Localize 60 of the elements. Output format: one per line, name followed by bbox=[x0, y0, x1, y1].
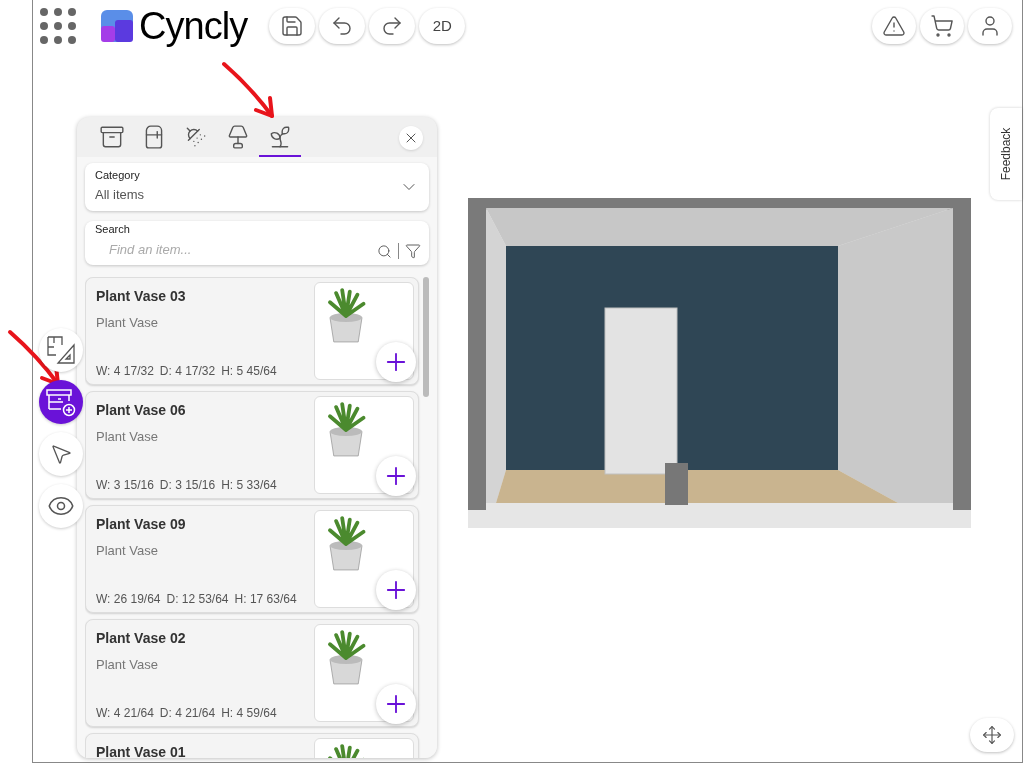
dimension-text: H: 4 59/64 bbox=[221, 705, 277, 722]
dimension-text: H: 5 45/64 bbox=[221, 363, 277, 380]
product-type: Plant Vase bbox=[96, 428, 159, 446]
cart-button[interactable] bbox=[920, 8, 964, 44]
product-card[interactable]: Plant Vase 06 Plant Vase W: 3 15/16 D: 3 15/16 H: 5 33/64 bbox=[85, 391, 419, 499]
dimension-text: W: 3 15/16 bbox=[96, 477, 154, 494]
pointer-tool-button[interactable] bbox=[39, 432, 83, 476]
pointer-icon bbox=[49, 442, 73, 466]
feedback-tab[interactable]: Feedback bbox=[990, 108, 1022, 200]
user-button[interactable] bbox=[968, 8, 1012, 44]
warning-button[interactable] bbox=[872, 8, 916, 44]
product-card[interactable]: Plant Vase 01 bbox=[85, 733, 419, 758]
dimension-text: D: 4 17/32 bbox=[159, 363, 216, 380]
eye-tool-button[interactable] bbox=[39, 484, 83, 528]
navigation-icon bbox=[982, 725, 1002, 745]
product-name: Plant Vase 06 bbox=[96, 401, 187, 420]
category-value: All items bbox=[95, 185, 145, 204]
product-name: Plant Vase 01 bbox=[96, 743, 187, 758]
dimension-text: D: 3 15/16 bbox=[159, 477, 216, 494]
category-dropdown[interactable]: Category All items bbox=[85, 163, 429, 211]
filter-icon bbox=[405, 243, 421, 259]
dimension-text: W: 4 17/32 bbox=[96, 363, 154, 380]
floorplan-ruler-icon bbox=[46, 335, 76, 365]
product-type: Plant Vase bbox=[96, 542, 159, 560]
dimension-text: H: 17 63/64 bbox=[234, 591, 297, 608]
product-card[interactable]: Plant Vase 03 Plant Vase W: 4 17/32 D: 4 17/32 H: 5 45/64 bbox=[85, 277, 419, 385]
save-icon bbox=[280, 14, 305, 38]
product-type: Plant Vase bbox=[96, 314, 159, 332]
warning-icon bbox=[882, 14, 906, 38]
product-name: Plant Vase 09 bbox=[96, 515, 187, 534]
search-field[interactable]: Search Find an item... bbox=[85, 221, 429, 265]
add-furniture-tool-button[interactable] bbox=[39, 380, 83, 424]
save-button[interactable] bbox=[269, 8, 316, 44]
furniture-add-icon bbox=[45, 387, 77, 417]
product-card[interactable]: Plant Vase 02 Plant Vase W: 4 21/64 D: 4 21/64 H: 4 59/64 bbox=[85, 619, 419, 727]
scrollbar[interactable] bbox=[423, 277, 429, 397]
floorplan-tool-button[interactable] bbox=[39, 328, 83, 372]
dimension-text: W: 26 19/64 bbox=[96, 591, 161, 608]
cart-icon bbox=[930, 14, 954, 38]
search-input[interactable]: Find an item... bbox=[109, 239, 377, 259]
cabinet-icon bbox=[99, 124, 125, 150]
logo-icon bbox=[101, 10, 133, 42]
product-type: Plant Vase bbox=[96, 656, 159, 674]
dimension-text: D: 4 21/64 bbox=[159, 705, 216, 722]
undo-button[interactable] bbox=[319, 8, 366, 44]
close-button[interactable] bbox=[399, 126, 423, 150]
search-label: Search bbox=[95, 224, 131, 235]
logo-text: Cyncly bbox=[139, 7, 248, 45]
app-grid-icon bbox=[39, 7, 77, 45]
dimension-text: H: 5 33/64 bbox=[221, 477, 277, 494]
search-icon bbox=[377, 244, 392, 259]
redo-button[interactable] bbox=[369, 8, 416, 44]
category-label: Category bbox=[95, 169, 141, 181]
dimension-text: D: 12 53/64 bbox=[166, 591, 229, 608]
product-name: Plant Vase 02 bbox=[96, 629, 187, 648]
product-name: Plant Vase 03 bbox=[96, 287, 187, 306]
product-card[interactable]: Plant Vase 09 Plant Vase W: 26 19/64 D: 12 53/64 H: 17 63/64 bbox=[85, 505, 419, 613]
view-mode-button[interactable]: 2D bbox=[419, 8, 466, 44]
navigation-button[interactable] bbox=[970, 718, 1014, 752]
dimension-text: W: 4 21/64 bbox=[96, 705, 154, 722]
